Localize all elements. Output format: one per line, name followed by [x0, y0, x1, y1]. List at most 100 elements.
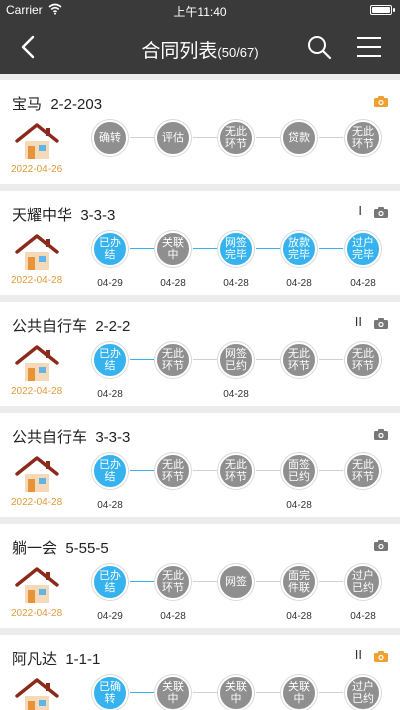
search-icon[interactable] [306, 34, 332, 60]
process-step[interactable]: 无此 环节 [155, 453, 191, 489]
process-step[interactable]: 已办结 [92, 453, 128, 489]
battery-icon [370, 5, 395, 15]
camera-icon[interactable] [374, 96, 388, 107]
contract-title: 躺一会 5-55-5 [12, 540, 109, 557]
process-step[interactable]: 网签 已约 [218, 342, 254, 378]
process-step[interactable]: 无此 环节 [345, 453, 381, 489]
step-connector [256, 470, 280, 471]
contract-card[interactable]: 宝马 2-2-203 2022-04-26 确转 评估 无此 环节 贷款 无此 环节 [0, 80, 400, 184]
step-label: 评估 [162, 132, 184, 144]
step-connector [319, 470, 343, 471]
step-date: 04-29 [97, 278, 123, 289]
process-step[interactable]: 无此 环节 [155, 564, 191, 600]
process-step[interactable]: 确转 [92, 120, 128, 156]
process-step[interactable]: 关联中 [281, 675, 317, 710]
process-step[interactable]: 无此 环节 [218, 453, 254, 489]
house-icon [15, 567, 59, 603]
house-icon [15, 345, 59, 381]
contract-list[interactable]: 宝马 2-2-203 2022-04-26 确转 评估 无此 环节 贷款 无此 环节 天耀中华 3… [0, 74, 400, 710]
house-icon [15, 123, 59, 159]
camera-icon[interactable] [374, 651, 388, 662]
step-connector [193, 359, 217, 360]
camera-icon[interactable] [374, 207, 388, 218]
process-step[interactable]: 网签 [218, 564, 254, 600]
process-step[interactable]: 过户 完毕 [345, 231, 381, 267]
step-label: 关联中 [162, 237, 184, 261]
process-step[interactable]: 评估 [155, 120, 191, 156]
step-date: 04-28 [160, 611, 186, 622]
step-date: 04-28 [97, 500, 123, 511]
contract-date: 2022-04-28 [11, 275, 63, 286]
process-step[interactable]: 已办结 [92, 342, 128, 378]
contract-title: 公共自行车 3-3-3 [12, 429, 131, 446]
process-step[interactable]: 无此 环节 [218, 120, 254, 156]
contract-date: 2022-04-28 [11, 386, 63, 397]
process-step[interactable]: 面签 已约 [281, 453, 317, 489]
camera-icon[interactable] [374, 540, 388, 551]
process-step[interactable]: 过户 已约 [345, 675, 381, 710]
process-step[interactable]: 放款 完毕 [281, 231, 317, 267]
contract-card[interactable]: 阿凡达 1-1-1 II 已确转 关联中 关联中 关联中 过户 已约 [0, 635, 400, 710]
step-date: 04-28 [286, 278, 312, 289]
process-step[interactable]: 关联中 [218, 675, 254, 710]
step-label: 过户 已约 [352, 681, 374, 705]
camera-icon[interactable] [374, 429, 388, 440]
contract-card[interactable]: 躺一会 5-55-5 2022-04-28 已办结 04-29 无此 环节 04-28 网签 面… [0, 524, 400, 628]
step-connector [256, 581, 280, 582]
clock: 上午11:40 [173, 5, 227, 19]
step-label: 无此 环节 [225, 126, 247, 150]
contract-card[interactable]: 公共自行车 2-2-2 II 2022-04-28 已办结 04-28 无此 环节 网签 已约 0… [0, 302, 400, 406]
step-connector [256, 248, 280, 249]
step-label: 过户 已约 [352, 570, 374, 594]
step-label: 面完 件联 [288, 570, 310, 594]
step-label: 关联中 [288, 681, 310, 705]
process-step[interactable]: 关联中 [155, 231, 191, 267]
process-step[interactable]: 已办结 [92, 564, 128, 600]
step-date: 04-28 [223, 389, 249, 400]
step-label: 无此 环节 [162, 348, 184, 372]
contract-card[interactable]: 天耀中华 3-3-3 I 2022-04-28 已办结 04-29 关联中 04-28 网签完… [0, 191, 400, 295]
menu-icon[interactable] [356, 36, 382, 58]
process-step[interactable]: 无此 环节 [155, 342, 191, 378]
step-label: 无此 环节 [225, 459, 247, 483]
process-step[interactable]: 网签 完毕 [218, 231, 254, 267]
step-connector [193, 248, 217, 249]
process-step[interactable]: 已确转 [92, 675, 128, 710]
step-label: 已办结 [99, 237, 121, 261]
step-label: 无此 环节 [352, 459, 374, 483]
process-step[interactable]: 贷款 [281, 120, 317, 156]
step-connector [319, 581, 343, 582]
camera-icon[interactable] [374, 318, 388, 329]
step-label: 网签 [225, 576, 247, 588]
step-connector [256, 137, 280, 138]
title-text: 合同列表 [141, 41, 218, 62]
step-date: 04-28 [223, 278, 249, 289]
contract-title: 天耀中华 3-3-3 [12, 207, 116, 224]
step-label: 网签 已约 [225, 348, 247, 372]
process-step[interactable]: 过户 已约 [345, 564, 381, 600]
step-date: 04-28 [350, 278, 376, 289]
process-step[interactable]: 已办结 [92, 231, 128, 267]
step-label: 网签 完毕 [225, 237, 247, 261]
contract-mark: II [354, 647, 362, 662]
step-date: 04-28 [350, 611, 376, 622]
process-step[interactable]: 无此 环节 [281, 342, 317, 378]
status-bar: Carrier 上午11:40 [0, 0, 400, 20]
step-connector [130, 137, 154, 138]
house-icon [15, 456, 59, 492]
process-step[interactable]: 无此 环节 [345, 342, 381, 378]
process-step[interactable]: 面完 件联 [281, 564, 317, 600]
step-label: 已办结 [99, 459, 121, 483]
process-step[interactable]: 无此 环节 [345, 120, 381, 156]
step-label: 无此 环节 [288, 348, 310, 372]
step-date: 04-28 [286, 611, 312, 622]
contract-mark: I [358, 203, 362, 218]
step-connector [130, 470, 154, 471]
step-connector [130, 692, 154, 693]
step-connector [193, 581, 217, 582]
contract-date: 2022-04-28 [11, 497, 63, 508]
process-step[interactable]: 关联中 [155, 675, 191, 710]
step-connector [193, 137, 217, 138]
contract-card[interactable]: 公共自行车 3-3-3 2022-04-28 已办结 04-28 无此 环节 无此 环节 面签已… [0, 413, 400, 517]
step-label: 关联中 [162, 681, 184, 705]
